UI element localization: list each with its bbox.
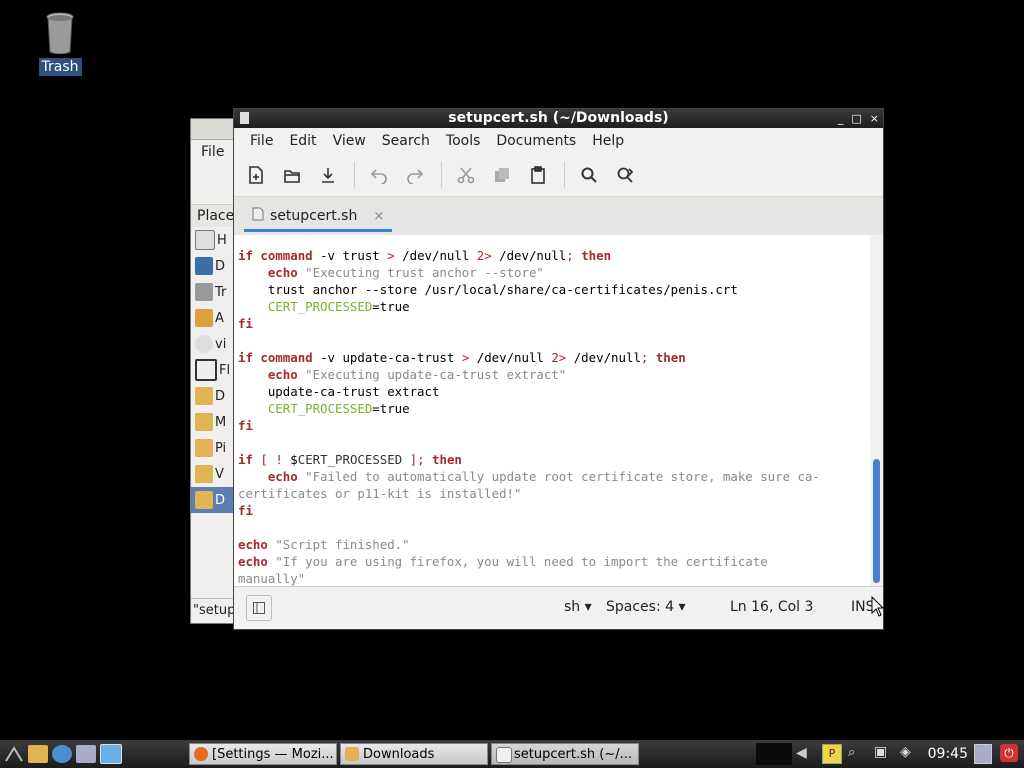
disc-icon [195,335,213,353]
applications-icon [195,309,213,327]
copy-icon[interactable] [490,163,514,187]
document-icon [496,747,512,763]
file-manager-launcher-icon[interactable] [28,745,48,763]
cpu-monitor [756,743,792,765]
menu-file[interactable]: File [242,133,281,149]
show-desktop-icon[interactable] [100,744,122,764]
network-icon[interactable]: ◈ [900,744,911,760]
folder-icon [195,413,213,431]
new-document-icon[interactable] [244,163,268,187]
calendar-icon[interactable]: ▣ [874,744,887,760]
document-tabs: setupcert.sh × [234,197,883,236]
mouse-cursor-icon [871,595,885,622]
menu-search[interactable]: Search [374,133,438,149]
language-selector[interactable]: sh ▾ [564,599,592,615]
home-icon [195,230,215,250]
statusbar: sh ▾ Spaces: 4 ▾ Ln 16, Col 3 INS [234,586,883,629]
chevron-down-icon: ▾ [584,599,592,615]
side-panel-toggle-icon[interactable] [246,595,272,621]
tab-setupcert[interactable]: setupcert.sh × [244,203,393,232]
firefox-icon [194,747,208,761]
menu-tools[interactable]: Tools [438,133,489,149]
scrollbar-thumb[interactable] [873,459,880,583]
folder-icon [195,387,213,405]
menu-documents[interactable]: Documents [488,133,584,149]
tab-width-selector[interactable]: Spaces: 4 ▾ [606,599,686,615]
vertical-scrollbar[interactable] [870,235,883,587]
editor-titlebar[interactable]: setupcert.sh (~/Downloads) _ □ × [234,109,883,128]
folder-icon [195,491,213,509]
tab-close-icon[interactable]: × [373,209,384,224]
menu-help[interactable]: Help [584,133,632,149]
trash-icon [195,283,213,301]
toolbar [234,154,883,197]
trash-icon [46,12,74,55]
redo-icon[interactable] [403,163,427,187]
taskbar: [Settings — Mozi... Downloads setupcert.… [0,740,1024,768]
task-setupcert[interactable]: setupcert.sh (~/... [491,743,639,765]
menubar: File Edit View Search Tools Documents He… [234,128,883,154]
save-icon[interactable] [316,163,340,187]
search-icon[interactable]: ⌕ [848,745,855,760]
folder-icon [195,439,213,457]
power-icon[interactable]: ⏻ [1000,744,1018,762]
menu-launcher-icon[interactable] [4,745,24,763]
tab-label: setupcert.sh [270,208,358,224]
folder-icon [195,465,213,483]
floppy-icon [195,359,217,381]
cursor-position: Ln 16, Col 3 [730,599,814,615]
menu-edit[interactable]: Edit [281,133,324,149]
search-replace-icon[interactable] [613,163,637,187]
folder-icon [345,747,359,761]
browser-launcher-icon[interactable] [52,745,72,763]
chevron-down-icon: ▾ [678,599,686,615]
window-title: setupcert.sh (~/Downloads) [448,110,669,126]
menu-view[interactable]: View [325,133,374,149]
editor-window[interactable]: setupcert.sh (~/Downloads) _ □ × File Ed… [233,108,884,630]
clipboard-icon[interactable]: P [822,744,842,764]
desktop-icon [195,257,213,275]
search-icon[interactable] [577,163,601,187]
trash-label: Trash [38,58,82,76]
close-button[interactable]: × [870,109,879,128]
minimize-button[interactable]: _ [838,109,844,128]
task-firefox[interactable]: [Settings — Mozi... [189,743,337,765]
maximize-button[interactable]: □ [851,109,861,128]
lock-screen-icon[interactable] [974,744,992,764]
undo-icon[interactable] [367,163,391,187]
clock[interactable]: 09:45 [928,740,968,768]
code-editor[interactable]: if command -v trust > /dev/null 2> /dev/… [234,235,870,587]
windows-switch-icon[interactable] [76,745,96,763]
cut-icon[interactable] [454,163,478,187]
volume-icon[interactable]: ◀ [796,745,807,761]
code-text[interactable]: if command -v trust > /dev/null 2> /dev/… [234,235,870,587]
desktop-trash[interactable]: Trash [34,12,86,76]
paste-icon[interactable] [526,163,550,187]
open-document-icon[interactable] [280,163,304,187]
document-icon [252,207,264,225]
task-downloads[interactable]: Downloads [340,743,488,765]
